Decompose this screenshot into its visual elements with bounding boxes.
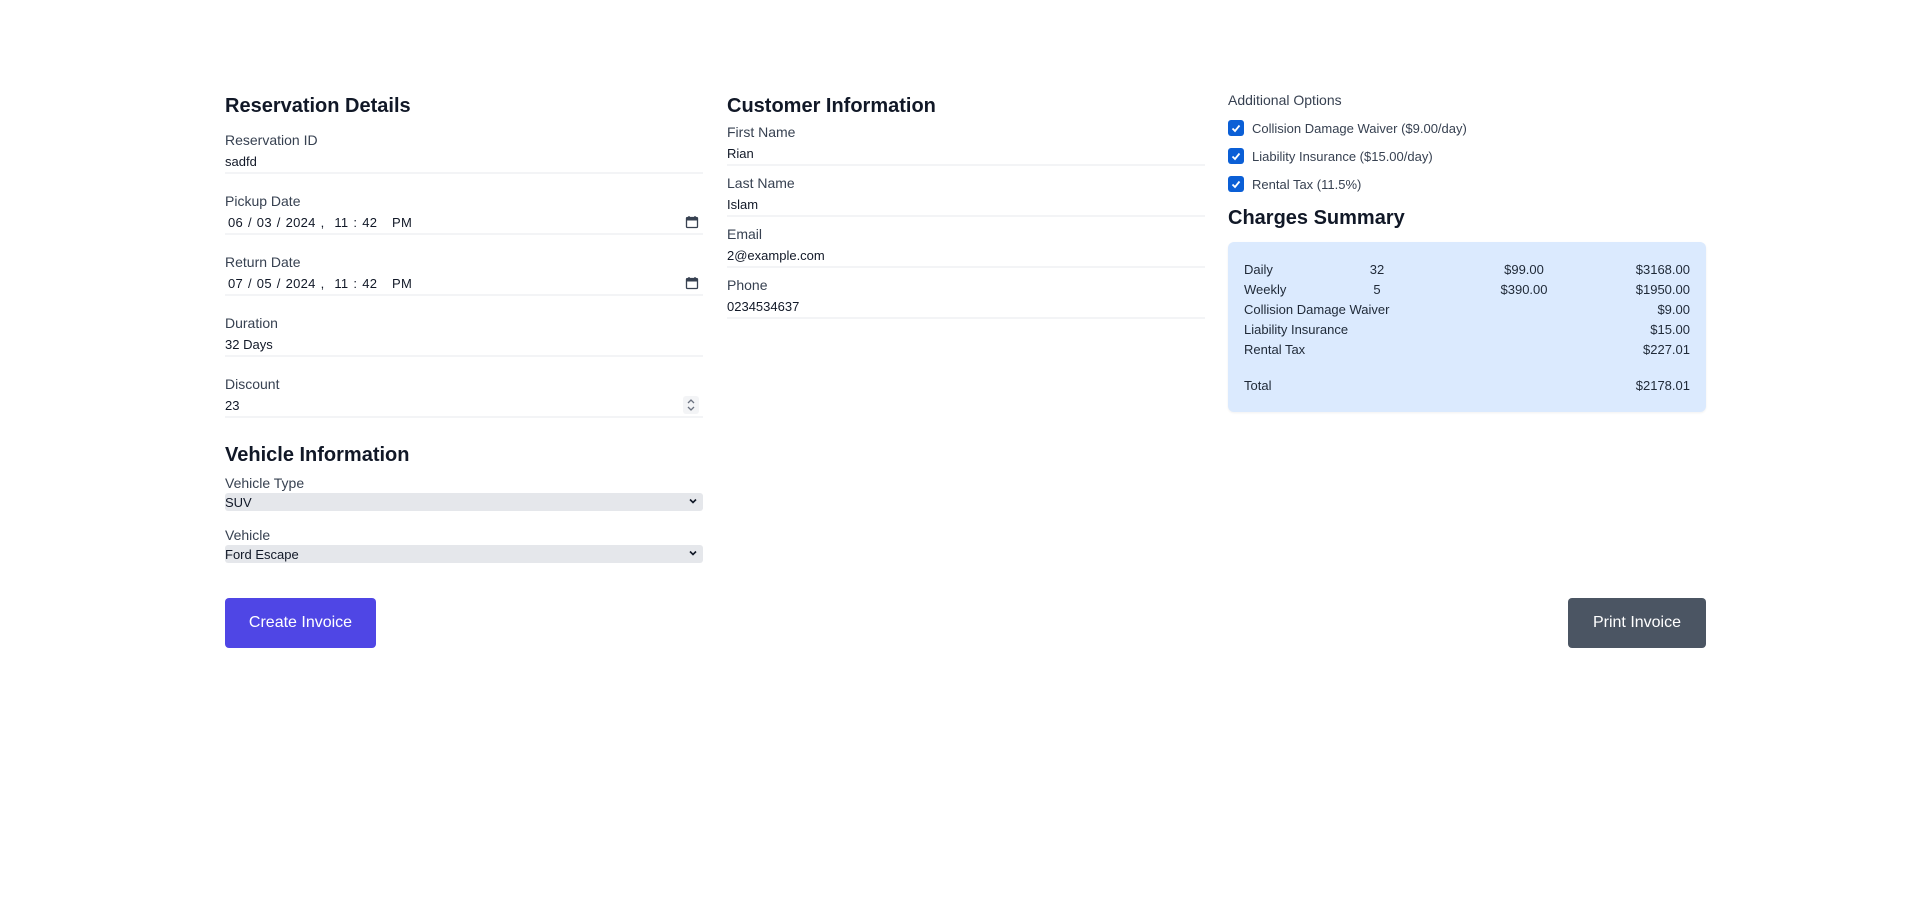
option-liability[interactable]: Liability Insurance ($15.00/day) (1228, 146, 1708, 166)
checkbox[interactable] (1228, 176, 1244, 192)
return-date-label: Return Date (225, 254, 301, 270)
checkbox[interactable] (1228, 148, 1244, 164)
duration-value: 32 Days (225, 336, 273, 352)
charges-summary-title: Charges Summary (1228, 207, 1405, 229)
summary-name: Weekly (1244, 282, 1287, 297)
options-column: Additional Options Collision Damage Waiv… (1228, 90, 1708, 412)
create-invoice-button[interactable]: Create Invoice (225, 598, 376, 648)
pickup-date-input[interactable]: 06 / 03 / 2024 , 11 : 42 PM (225, 211, 703, 235)
summary-row: Liability Insurance $15.00 (1244, 320, 1690, 340)
reservation-id-input[interactable]: sadfd (225, 150, 703, 174)
summary-amount: $227.01 (1643, 342, 1690, 357)
first-name-label: First Name (727, 124, 796, 140)
summary-name: Collision Damage Waiver (1244, 302, 1390, 317)
summary-rate: $99.00 (1504, 262, 1544, 277)
summary-amount: $1950.00 (1635, 282, 1690, 297)
summary-amount: $9.00 (1657, 302, 1690, 317)
summary-name: Rental Tax (1244, 342, 1306, 357)
charges-summary-box: Daily 32 $99.00 $3168.00 Weekly 5 $390.0… (1228, 242, 1706, 412)
discount-input[interactable]: 23 (225, 394, 703, 418)
email-value: 2@example.com (727, 247, 825, 263)
summary-row: Weekly 5 $390.00 $1950.00 (1244, 280, 1690, 300)
number-spinner-icon[interactable] (683, 396, 699, 414)
summary-row: Daily 32 $99.00 $3168.00 (1244, 260, 1690, 280)
summary-row: Collision Damage Waiver $9.00 (1244, 300, 1690, 320)
summary-qty: 32 (1369, 262, 1385, 277)
vehicle-type-select[interactable]: SUV (225, 493, 703, 511)
checkbox[interactable] (1228, 120, 1244, 136)
vehicle-select[interactable]: Ford Escape (225, 545, 703, 563)
duration-field: 32 Days (225, 333, 703, 357)
return-date-value: 07 / 05 / 2024 , 11 : 42 PM (228, 275, 413, 291)
total-value: $2178.01 (1635, 378, 1690, 393)
first-name-input[interactable]: Rian (727, 142, 1205, 166)
last-name-value: Islam (727, 196, 759, 212)
summary-row: Rental Tax $227.01 (1244, 340, 1690, 360)
phone-label: Phone (727, 277, 768, 293)
customer-title: Customer Information (727, 95, 936, 117)
vehicle-type-value: SUV (225, 494, 252, 510)
customer-column: Customer Information First Name Rian Las… (727, 90, 1207, 319)
summary-name: Daily (1244, 262, 1273, 277)
discount-label: Discount (225, 376, 280, 392)
option-label: Rental Tax (11.5%) (1252, 176, 1362, 192)
reservation-id-label: Reservation ID (225, 132, 318, 148)
option-label: Liability Insurance ($15.00/day) (1252, 148, 1433, 164)
phone-input[interactable]: 0234534637 (727, 295, 1205, 319)
print-invoice-button[interactable]: Print Invoice (1568, 598, 1706, 648)
chevron-down-icon (687, 495, 699, 510)
duration-label: Duration (225, 315, 278, 331)
email-input[interactable]: 2@example.com (727, 244, 1205, 268)
discount-value: 23 (225, 397, 240, 413)
summary-name: Liability Insurance (1244, 322, 1349, 337)
reservation-title: Reservation Details (225, 95, 411, 117)
vehicle-title: Vehicle Information (225, 444, 410, 466)
reservation-id-value: sadfd (225, 153, 257, 169)
pickup-date-value: 06 / 03 / 2024 , 11 : 42 PM (228, 214, 413, 230)
chevron-down-icon (687, 547, 699, 562)
calendar-icon[interactable] (685, 215, 699, 229)
vehicle-label: Vehicle (225, 527, 271, 543)
additional-options-title: Additional Options (1228, 92, 1342, 108)
return-date-input[interactable]: 07 / 05 / 2024 , 11 : 42 PM (225, 272, 703, 296)
summary-total-row: Total $2178.01 (1244, 376, 1690, 396)
first-name-value: Rian (727, 145, 754, 161)
total-label: Total (1244, 378, 1272, 393)
pickup-date-label: Pickup Date (225, 193, 301, 209)
summary-rate: $390.00 (1500, 282, 1548, 297)
reservation-column: Reservation Details Reservation ID sadfd… (225, 90, 705, 563)
vehicle-type-label: Vehicle Type (225, 475, 305, 491)
last-name-input[interactable]: Islam (727, 193, 1205, 217)
option-collision[interactable]: Collision Damage Waiver ($9.00/day) (1228, 118, 1708, 138)
last-name-label: Last Name (727, 175, 795, 191)
option-label: Collision Damage Waiver ($9.00/day) (1252, 120, 1467, 136)
phone-value: 0234534637 (727, 298, 800, 314)
option-rental-tax[interactable]: Rental Tax (11.5%) (1228, 174, 1708, 194)
summary-qty: 5 (1373, 282, 1381, 297)
summary-amount: $3168.00 (1635, 262, 1690, 277)
calendar-icon[interactable] (685, 276, 699, 290)
vehicle-value: Ford Escape (225, 546, 299, 562)
summary-amount: $15.00 (1650, 322, 1690, 337)
email-label: Email (727, 226, 763, 242)
